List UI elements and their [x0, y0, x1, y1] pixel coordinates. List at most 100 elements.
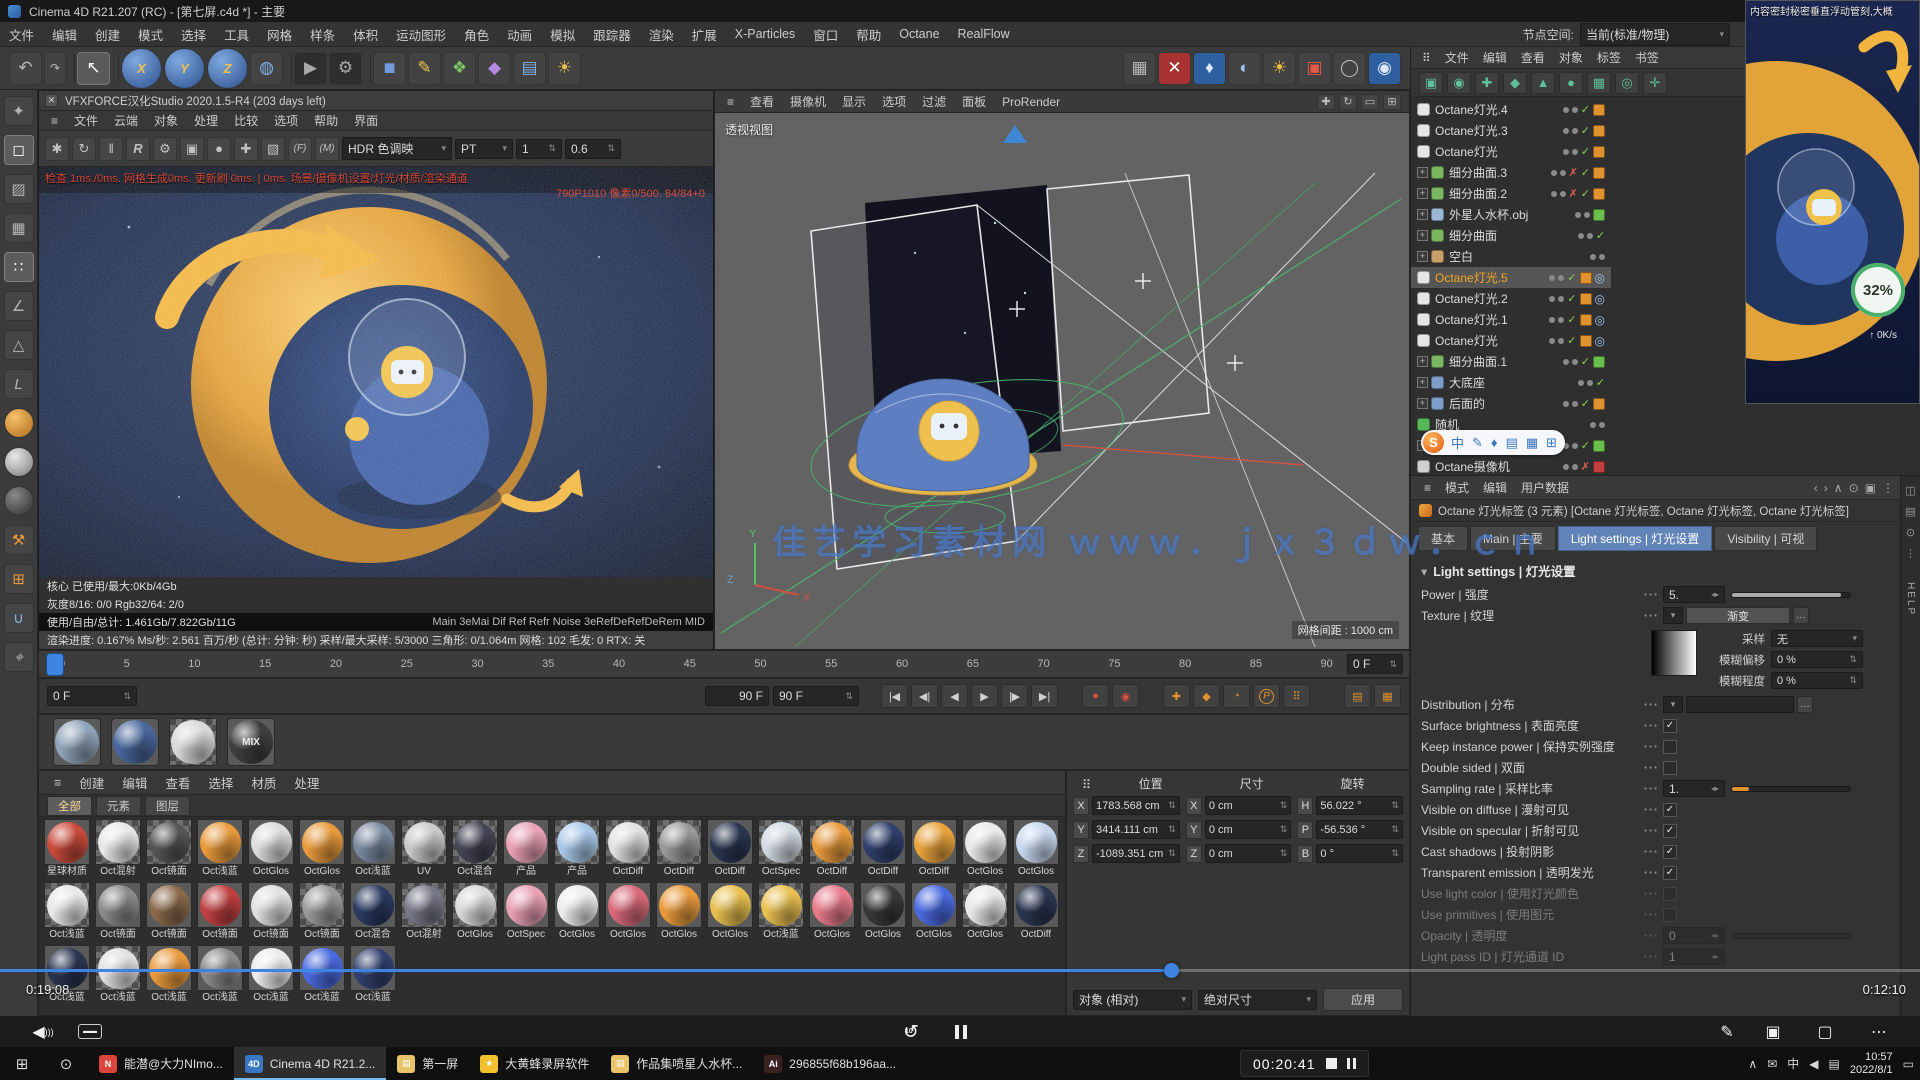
material-item[interactable]: Oct镜面: [145, 882, 193, 941]
reset-icon[interactable]: R: [126, 137, 150, 161]
value-slider[interactable]: [1731, 592, 1851, 598]
film-m-icon[interactable]: (M): [315, 137, 339, 161]
list-icon[interactable]: ▤: [1905, 505, 1915, 518]
material-item[interactable]: OctGlos: [1012, 819, 1060, 878]
perspective-viewport[interactable]: ≡ 查看摄像机显示选项过滤面板ProRender ✚↻▭⊞: [714, 90, 1410, 650]
editor-visibility-dot[interactable]: [1590, 422, 1596, 428]
volume-icon[interactable]: ◀: [1809, 1057, 1818, 1071]
menu-icon[interactable]: ⠿: [1415, 50, 1438, 66]
material-item[interactable]: Oct浅蓝: [349, 819, 397, 878]
menu-item[interactable]: 帮助: [847, 23, 890, 46]
menu-item[interactable]: 网格: [258, 23, 301, 46]
material-item[interactable]: OctGlos: [553, 882, 601, 941]
material-item[interactable]: 星球材质: [43, 819, 91, 878]
material-item[interactable]: OctDiff: [808, 819, 856, 878]
section-caret-icon[interactable]: ▾: [1421, 565, 1427, 579]
octane-render-view[interactable]: 检查 1ms./0ms. 网格生成0ms. 更新刷 0ms. | 0ms. 场景…: [39, 167, 713, 577]
kernel-select[interactable]: PT▾: [455, 139, 513, 159]
menu-item[interactable]: 编辑: [113, 771, 156, 794]
up-icon[interactable]: ∧: [1834, 481, 1843, 495]
primitive-cube-icon[interactable]: ■: [373, 52, 406, 85]
axis-y-lock-icon[interactable]: Y: [164, 48, 205, 89]
material-preview[interactable]: [169, 718, 217, 766]
menu-item[interactable]: 编辑: [43, 23, 86, 46]
object-row[interactable]: + 外星人水杯.obj: [1411, 204, 1611, 225]
object-row[interactable]: + 后面的 ✓: [1411, 393, 1611, 414]
playhead[interactable]: [47, 654, 63, 675]
goto-start-button[interactable]: |◀: [881, 684, 908, 708]
editor-visibility-dot[interactable]: [1563, 128, 1569, 134]
axis-x-lock-icon[interactable]: X: [121, 48, 162, 89]
size-field[interactable]: 0 cm⇅: [1205, 844, 1292, 863]
menu-item[interactable]: 摄像机: [782, 92, 834, 111]
enabled-icon[interactable]: ✓: [1581, 397, 1590, 410]
add-target-icon[interactable]: ◎: [1615, 72, 1639, 94]
object-row[interactable]: Octane摄像机 ✗: [1411, 456, 1611, 475]
object-name[interactable]: 后面的: [1449, 395, 1485, 412]
material-item[interactable]: OctDiff: [910, 819, 958, 878]
editor-visibility-dot[interactable]: [1563, 149, 1569, 155]
object-tag[interactable]: [1593, 356, 1605, 368]
object-tag[interactable]: [1580, 293, 1592, 305]
redo-icon[interactable]: ↷: [44, 52, 66, 85]
menu-icon[interactable]: ≡: [43, 113, 66, 129]
record-button[interactable]: ●: [1082, 684, 1109, 708]
progress-knob[interactable]: [1164, 963, 1179, 978]
model-mode-icon[interactable]: ◻: [4, 135, 34, 165]
material-item[interactable]: Oct混射: [400, 882, 448, 941]
apply-button[interactable]: 应用: [1323, 988, 1403, 1011]
layout-icon[interactable]: ⊞: [1383, 94, 1401, 110]
render-visibility-dot[interactable]: [1584, 212, 1590, 218]
material-item[interactable]: OctSpec: [757, 819, 805, 878]
menu-item[interactable]: RealFlow: [949, 25, 1019, 43]
object-row[interactable]: Octane灯光.1 ✓ ◎: [1411, 309, 1611, 330]
search-icon[interactable]: ⊙: [1849, 481, 1859, 495]
material-filter-tab[interactable]: 图层: [145, 796, 190, 816]
material-item[interactable]: OctGlos: [604, 882, 652, 941]
material-filter-tab[interactable]: 全部: [47, 796, 92, 816]
size-mode-select[interactable]: 绝对尺寸▾: [1198, 990, 1317, 1010]
checkbox[interactable]: ✓: [1663, 803, 1677, 817]
menu-item[interactable]: 扩展: [683, 23, 726, 46]
material-item[interactable]: Oct镜面: [247, 882, 295, 941]
settings-icon[interactable]: ⚙: [153, 137, 177, 161]
checkbox[interactable]: [1663, 740, 1677, 754]
menu-item[interactable]: 处理: [186, 111, 226, 130]
editor-visibility-dot[interactable]: [1549, 296, 1555, 302]
environment-icon[interactable]: ▤: [513, 52, 546, 85]
stop-recording-button[interactable]: [1326, 1058, 1337, 1069]
enabled-icon[interactable]: ✓: [1581, 439, 1590, 452]
scene-light-icon[interactable]: ☀: [548, 52, 581, 85]
material-item[interactable]: OctDiff: [859, 819, 907, 878]
tray-expand-icon[interactable]: ∧: [1748, 1057, 1757, 1071]
object-row[interactable]: + 大底座 ✓: [1411, 372, 1611, 393]
editor-visibility-dot[interactable]: [1563, 401, 1569, 407]
menu-icon[interactable]: ≡: [719, 94, 742, 110]
editor-visibility-dot[interactable]: [1563, 107, 1569, 113]
expand-toggle[interactable]: +: [1417, 398, 1428, 409]
ime-grid-icon[interactable]: ⊞: [1546, 435, 1557, 451]
position-field[interactable]: -1089.351 cm⇅: [1092, 844, 1180, 863]
object-row[interactable]: Octane灯光.2 ✓ ◎: [1411, 288, 1611, 309]
expand-toggle[interactable]: +: [1417, 230, 1428, 241]
value-slider[interactable]: [1731, 786, 1851, 792]
render-visibility-dot[interactable]: [1572, 128, 1578, 134]
menu-item[interactable]: 编辑: [1476, 48, 1514, 67]
editor-visibility-dot[interactable]: [1551, 191, 1557, 197]
object-name[interactable]: Octane灯光.1: [1435, 311, 1508, 328]
ime-lang-icon[interactable]: 中: [1787, 1055, 1799, 1072]
object-row[interactable]: Octane灯光 ✓: [1411, 141, 1611, 162]
object-name[interactable]: Octane灯光.2: [1435, 290, 1508, 307]
object-tag[interactable]: [1580, 272, 1592, 284]
menu-item[interactable]: 选项: [874, 92, 914, 111]
menu-item[interactable]: 面板: [954, 92, 994, 111]
render-visibility-dot[interactable]: [1558, 317, 1564, 323]
separator[interactable]: [364, 54, 371, 82]
material-item[interactable]: OctGlos: [655, 882, 703, 941]
material-item[interactable]: 产品: [502, 819, 550, 878]
object-row[interactable]: + 细分曲面.3 ✗ ✓: [1411, 162, 1611, 183]
editor-visibility-dot[interactable]: [1575, 212, 1581, 218]
menu-item[interactable]: 文件: [1438, 48, 1476, 67]
menu-icon[interactable]: ≡: [45, 774, 70, 792]
workplane-icon[interactable]: ▦: [4, 213, 34, 243]
